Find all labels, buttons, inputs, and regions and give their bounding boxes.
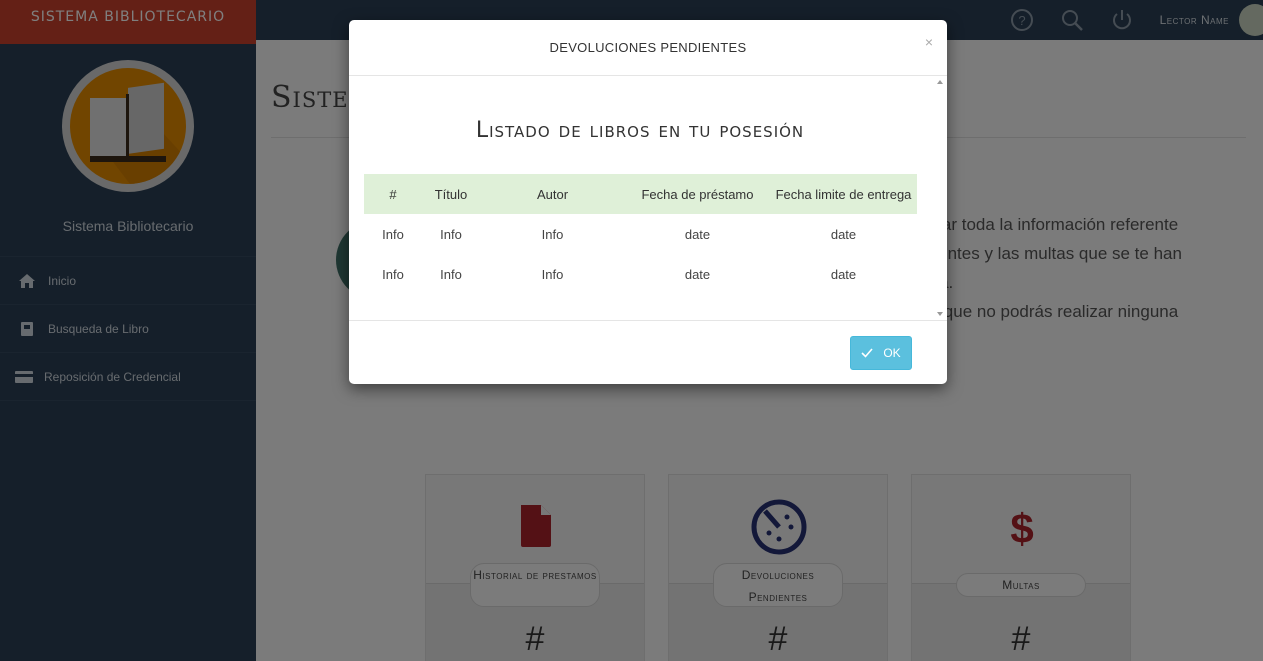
table-cell: Info [382, 226, 404, 242]
close-icon[interactable]: × [925, 34, 933, 50]
scroll-up-arrow-icon[interactable] [937, 80, 943, 84]
scrollbar[interactable] [935, 80, 945, 318]
table-row: Info Info Info date date [364, 214, 917, 254]
modal-title: DEVOLUCIONES PENDIENTES [549, 40, 747, 55]
table-cell: date [830, 266, 857, 282]
scroll-down-arrow-icon[interactable] [937, 312, 943, 316]
table-cell: Info [541, 226, 564, 242]
table-row: Info Info Info date date [364, 254, 917, 294]
modal-header: DEVOLUCIONES PENDIENTES × [349, 20, 947, 76]
table-cell: date [684, 266, 711, 282]
column-header: Título [422, 174, 480, 214]
check-icon [861, 348, 873, 358]
table-cell: date [684, 226, 711, 242]
ok-label: OK [883, 346, 901, 360]
ok-button[interactable]: OK [850, 336, 912, 370]
column-header: Fecha de préstamo [625, 174, 770, 214]
table-cell: Info [541, 266, 564, 282]
table-cell: Info [440, 226, 462, 242]
table-cell: date [830, 226, 857, 242]
modal-body: Listado de libros en tu posesión # Títul… [349, 76, 947, 320]
table-header-row: # Título Autor Fecha de préstamo Fecha l… [364, 174, 917, 214]
column-header: # [364, 174, 422, 214]
list-title: Listado de libros en tu posesión [475, 118, 805, 143]
column-header: Fecha limite de entrega [770, 174, 917, 214]
modal-footer: OK [349, 320, 947, 384]
table-cell: Info [382, 266, 404, 282]
table-cell: Info [440, 266, 462, 282]
books-table: # Título Autor Fecha de préstamo Fecha l… [364, 174, 917, 294]
modal-devoluciones: DEVOLUCIONES PENDIENTES × Listado de lib… [349, 20, 947, 384]
column-header: Autor [480, 174, 625, 214]
